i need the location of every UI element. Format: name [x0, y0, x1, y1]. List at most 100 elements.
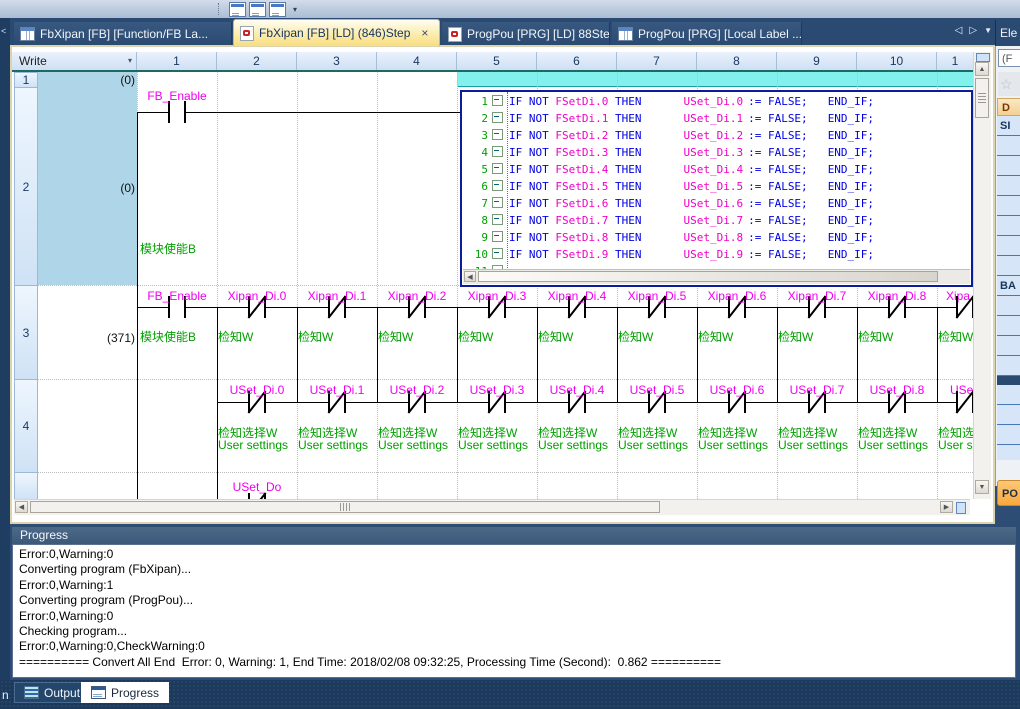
toolbar-overflow-icon[interactable]: ▾ [289, 5, 297, 14]
contact[interactable] [165, 101, 189, 123]
list-item[interactable]: BA [997, 276, 1020, 296]
find-pou-input[interactable]: (F [998, 49, 1020, 67]
operand-label[interactable]: USet_Di.7 [775, 383, 859, 397]
switch-window-icon[interactable] [249, 2, 266, 17]
operand-label[interactable]: USet_Di.8 [855, 383, 939, 397]
scroll-right-icon[interactable]: ▶ [940, 501, 953, 513]
ladder-grid[interactable]: 1234(0)(0)(371) FB_Enable模块使能BFB_Enable模… [12, 72, 973, 499]
operand-label[interactable]: USet_Do [215, 480, 299, 494]
inline-st-editor[interactable]: 1IF NOT FSetDi.0 THENUSet_Di.0:= FALSE;E… [460, 90, 973, 287]
st-code-line[interactable]: 7IF NOT FSetDi.6 THENUSet_Di.6:= FALSE;E… [462, 195, 973, 212]
st-code-line[interactable]: 8IF NOT FSetDi.7 THENUSet_Di.7:= FALSE;E… [462, 212, 973, 229]
operand-label[interactable]: USet_Di.1 [295, 383, 379, 397]
list-item[interactable] [997, 136, 1020, 156]
list-item[interactable] [997, 405, 1020, 425]
list-item[interactable] [997, 356, 1020, 376]
operand-label[interactable]: USet_Di.2 [375, 383, 459, 397]
list-item[interactable] [997, 336, 1020, 356]
progress-log[interactable]: Error:0,Warning:0Converting program (FbX… [12, 544, 1016, 678]
st-code-line[interactable]: 2IF NOT FSetDi.1 THENUSet_Di.1:= FALSE;E… [462, 110, 973, 127]
splitter-box[interactable] [976, 53, 990, 62]
st-code-line[interactable]: 5IF NOT FSetDi.4 THENUSet_Di.4:= FALSE;E… [462, 161, 973, 178]
vertical-scrollbar[interactable]: ▲ ▼ [973, 52, 991, 499]
dock-tab-progress[interactable]: Progress [81, 682, 169, 703]
list-item[interactable] [997, 236, 1020, 256]
contact-negated[interactable] [953, 391, 973, 413]
collapsed-dock-strip[interactable]: < [0, 18, 10, 680]
list-item[interactable] [997, 425, 1020, 445]
st-scroll-left-icon[interactable]: ◀ [464, 271, 476, 282]
list-item[interactable] [997, 385, 1020, 405]
operand-label[interactable]: Xipan_Di.1 [295, 289, 379, 303]
document-tab[interactable]: FbXipan [FB] [Function/FB La... [14, 22, 232, 46]
st-scrollbar-thumb[interactable] [478, 271, 938, 282]
close-icon[interactable]: × [421, 26, 428, 40]
operand-label[interactable]: USet_Di.6 [695, 383, 779, 397]
st-code-line[interactable]: 3IF NOT FSetDi.2 THENUSet_Di.2:= FALSE;E… [462, 127, 973, 144]
row-number-cell[interactable]: 2 [14, 87, 38, 286]
operand-label[interactable]: Xipan_Di.0 [215, 289, 299, 303]
operand-label[interactable]: FB_Enable [135, 289, 219, 303]
operand-label[interactable]: USet_Di.0 [215, 383, 299, 397]
operand-label[interactable]: Xipan_Di.3 [455, 289, 539, 303]
operand-label[interactable]: FB_Enable [135, 89, 219, 103]
fold-minus-icon [492, 248, 503, 259]
row-number-cell[interactable]: 3 [14, 285, 38, 380]
st-code-line[interactable]: 10IF NOT FSetDi.9 THENUSet_Di.9:= FALSE;… [462, 246, 973, 263]
list-item[interactable] [997, 156, 1020, 176]
pou-list-tab[interactable]: PO [997, 480, 1020, 506]
display-target-header[interactable]: D [997, 98, 1020, 116]
dock-tab-output[interactable]: Output [14, 682, 90, 703]
st-code-line[interactable]: 1IF NOT FSetDi.0 THENUSet_Di.0:= FALSE;E… [462, 93, 973, 110]
list-item[interactable] [997, 256, 1020, 276]
operand-label[interactable]: USet_Di.5 [615, 383, 699, 397]
window-list-icon[interactable] [229, 2, 246, 17]
partial-dock-tab[interactable]: n [0, 688, 9, 702]
column-header: 7 [617, 52, 697, 70]
contact-negated[interactable] [953, 296, 973, 318]
scroll-up-icon[interactable]: ▲ [975, 62, 989, 76]
operand-label[interactable]: Xipan_Di.4 [535, 289, 619, 303]
progress-panel: Progress Error:0,Warning:0Converting pro… [12, 527, 1016, 678]
tab-scroll-left-icon[interactable]: ◁ [955, 25, 963, 36]
document-tab[interactable]: ProgPou [PRG] [LD] 88Step [442, 22, 610, 46]
progress-panel-title[interactable]: Progress [12, 527, 1016, 544]
st-code-line[interactable]: 6IF NOT FSetDi.5 THENUSet_Di.5:= FALSE;E… [462, 178, 973, 195]
st-code-line[interactable]: 4IF NOT FSetDi.3 THENUSet_Di.3:= FALSE;E… [462, 144, 973, 161]
operand-label[interactable]: Xipan_Di.2 [375, 289, 459, 303]
line-number: 5 [462, 161, 488, 178]
row-number-cell[interactable]: 1 [14, 72, 38, 88]
row-number-cell[interactable]: 4 [14, 379, 38, 473]
scroll-down-icon[interactable]: ▼ [975, 480, 989, 494]
element-list[interactable]: SI BA [997, 116, 1020, 460]
list-item[interactable]: SI [997, 116, 1020, 136]
list-item[interactable] [997, 196, 1020, 216]
favorites-star-icon[interactable]: ☆ [998, 72, 1020, 96]
row-number-cell[interactable] [14, 472, 38, 499]
operand-label[interactable]: USet_Di.3 [455, 383, 539, 397]
edit-mode-selector[interactable]: Write ▾ [14, 52, 137, 70]
st-horizontal-scrollbar[interactable]: ◀ [463, 269, 970, 284]
document-tab[interactable]: ProgPou [PRG] [Local Label ... [612, 22, 802, 46]
list-item[interactable] [997, 176, 1020, 196]
splitter-box[interactable] [956, 502, 966, 514]
list-item[interactable] [997, 216, 1020, 236]
list-item[interactable] [997, 316, 1020, 336]
horizontal-scrollbar-thumb[interactable] [30, 501, 660, 513]
log-line: Error:0,Warning:1 [19, 578, 1015, 593]
operand-label[interactable]: Xipan_Di.7 [775, 289, 859, 303]
toolbar-drag-handle[interactable] [218, 3, 223, 15]
list-item[interactable] [997, 296, 1020, 316]
operand-label[interactable]: USet_Di.4 [535, 383, 619, 397]
horizontal-scrollbar[interactable]: ◀ ▶ [14, 499, 970, 515]
new-window-icon[interactable] [269, 2, 286, 17]
vertical-scrollbar-thumb[interactable] [975, 78, 989, 118]
scroll-left-icon[interactable]: ◀ [15, 501, 28, 513]
tab-scroll-right-icon[interactable]: ▷ [969, 25, 977, 36]
st-code-line[interactable]: 9IF NOT FSetDi.8 THENUSet_Di.8:= FALSE;E… [462, 229, 973, 246]
tab-list-dropdown-icon[interactable]: ▼ [984, 26, 992, 35]
operand-label[interactable]: Xipan_Di.6 [695, 289, 779, 303]
operand-label[interactable]: Xipan_Di.8 [855, 289, 939, 303]
document-tab[interactable]: FbXipan [FB] [LD] (846)Step× [233, 19, 440, 46]
operand-label[interactable]: Xipan_Di.5 [615, 289, 699, 303]
